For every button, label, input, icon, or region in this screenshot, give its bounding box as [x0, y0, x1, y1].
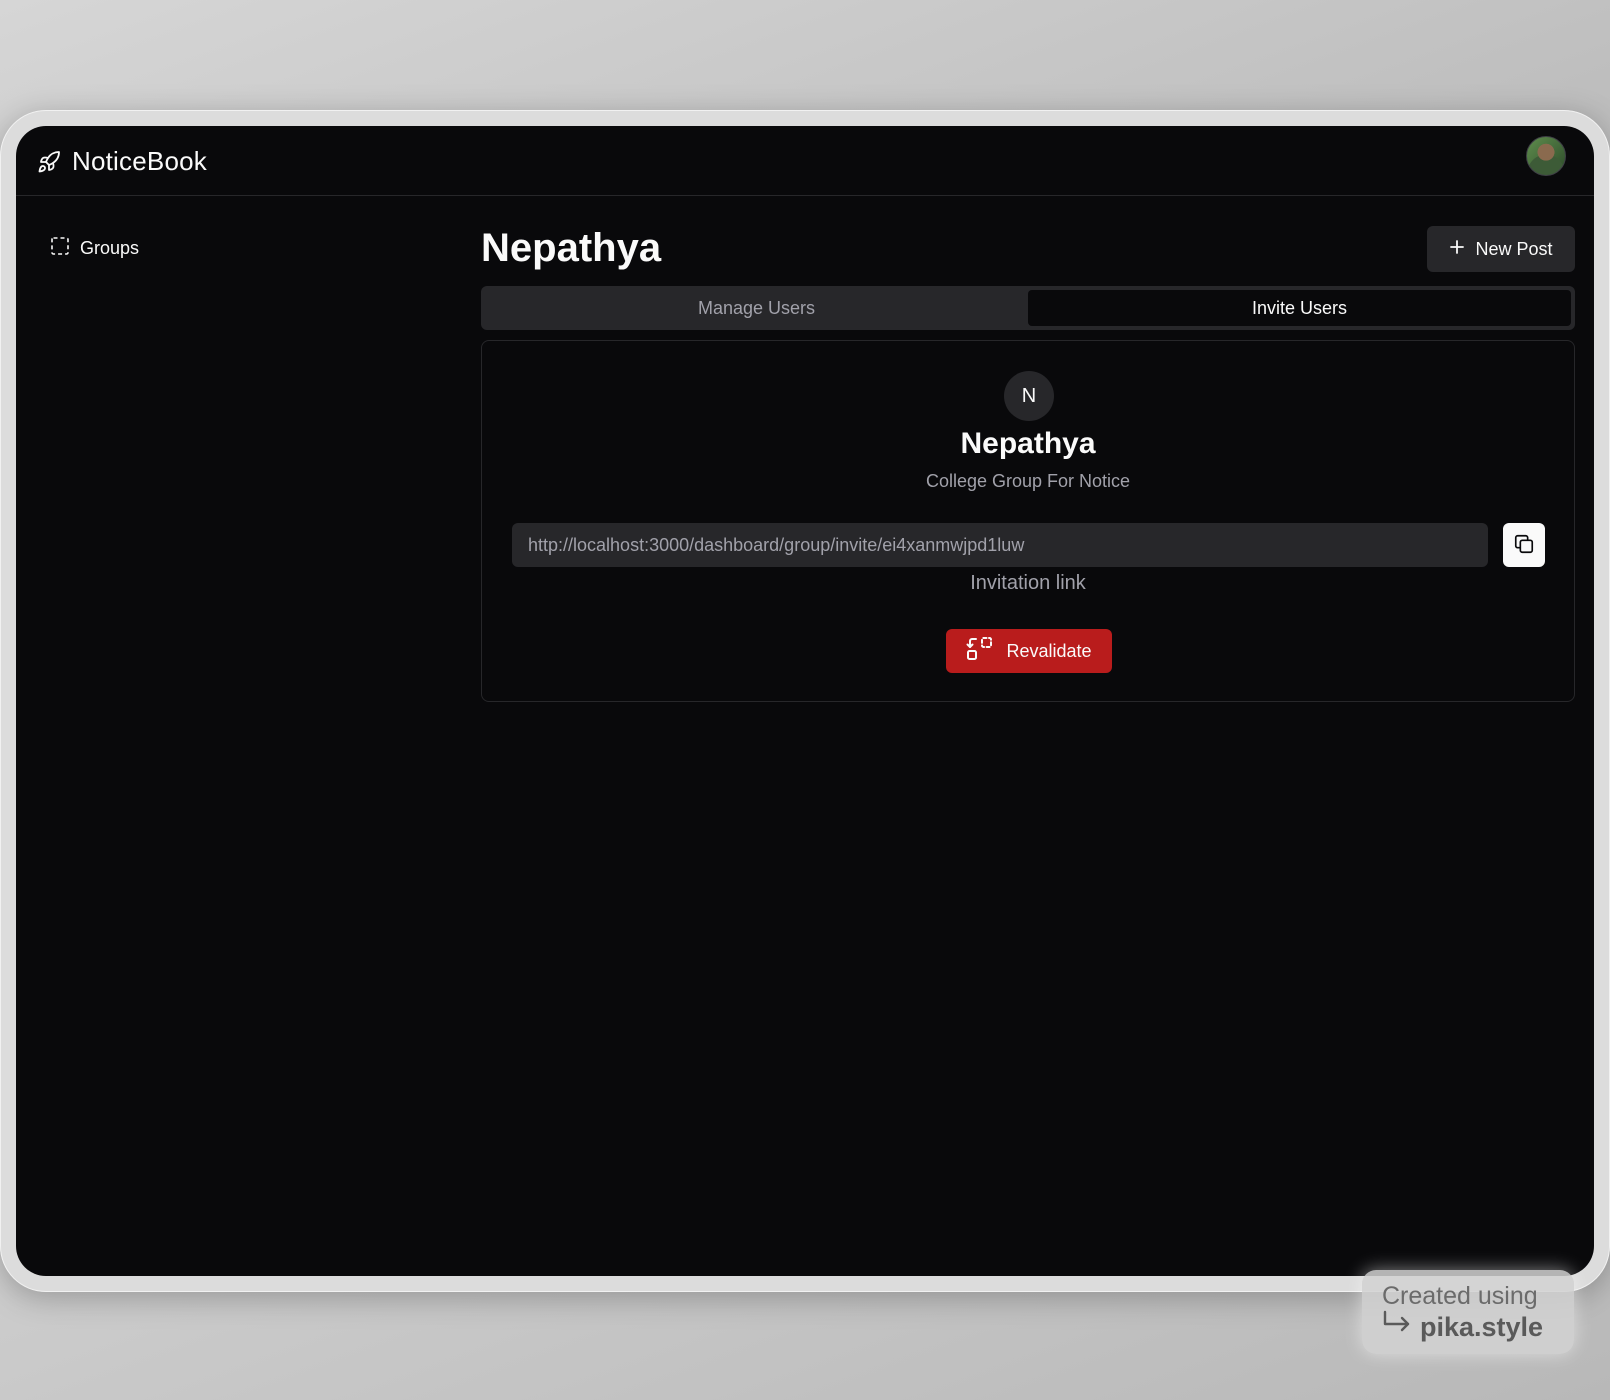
plus-icon — [1449, 239, 1465, 260]
group-name: Nepathya — [960, 427, 1096, 460]
tab-list: Manage Users Invite Users — [481, 286, 1575, 330]
group-avatar: N — [1004, 371, 1054, 421]
return-arrow-icon — [1382, 1310, 1412, 1343]
page-title: Nepathya — [481, 226, 662, 270]
tab-invite-users[interactable]: Invite Users — [1028, 290, 1571, 326]
invite-link-input[interactable] — [512, 523, 1488, 567]
brand[interactable]: NoticeBook — [36, 146, 207, 177]
group-description: College Group For Notice — [925, 471, 1131, 491]
rocket-icon — [36, 149, 62, 175]
sidebar-item-groups[interactable]: Groups — [50, 236, 139, 261]
sidebar: Groups — [50, 236, 139, 261]
invite-card: N Nepathya College Group For Notice Invi… — [481, 340, 1575, 702]
app-name: NoticeBook — [72, 146, 207, 176]
watermark-text: Created using — [1382, 1282, 1538, 1310]
user-avatar[interactable] — [1526, 136, 1566, 176]
copy-link-button[interactable] — [1503, 523, 1545, 567]
tab-manage-users[interactable]: Manage Users — [485, 290, 1028, 326]
sidebar-item-label: Groups — [80, 238, 140, 258]
copy-icon — [1513, 533, 1535, 558]
pika-watermark: Created using pika.style — [1362, 1270, 1574, 1354]
app-window: NoticeBook Groups Nepathya New Post Mana… — [16, 126, 1594, 1276]
dashed-square-icon — [50, 236, 70, 261]
invitation-link-label: Invitation link — [970, 572, 1086, 594]
watermark-brand: pika.style — [1420, 1311, 1544, 1342]
new-post-button[interactable]: New Post — [1427, 226, 1575, 272]
revalidate-button[interactable]: Revalidate — [946, 629, 1112, 673]
new-post-label: New Post — [1475, 238, 1553, 259]
revalidate-label: Revalidate — [1006, 640, 1092, 661]
top-navbar: NoticeBook — [16, 126, 1594, 196]
refresh-link-icon — [966, 636, 994, 667]
watermark-brand-row: pika.style — [1382, 1310, 1554, 1343]
